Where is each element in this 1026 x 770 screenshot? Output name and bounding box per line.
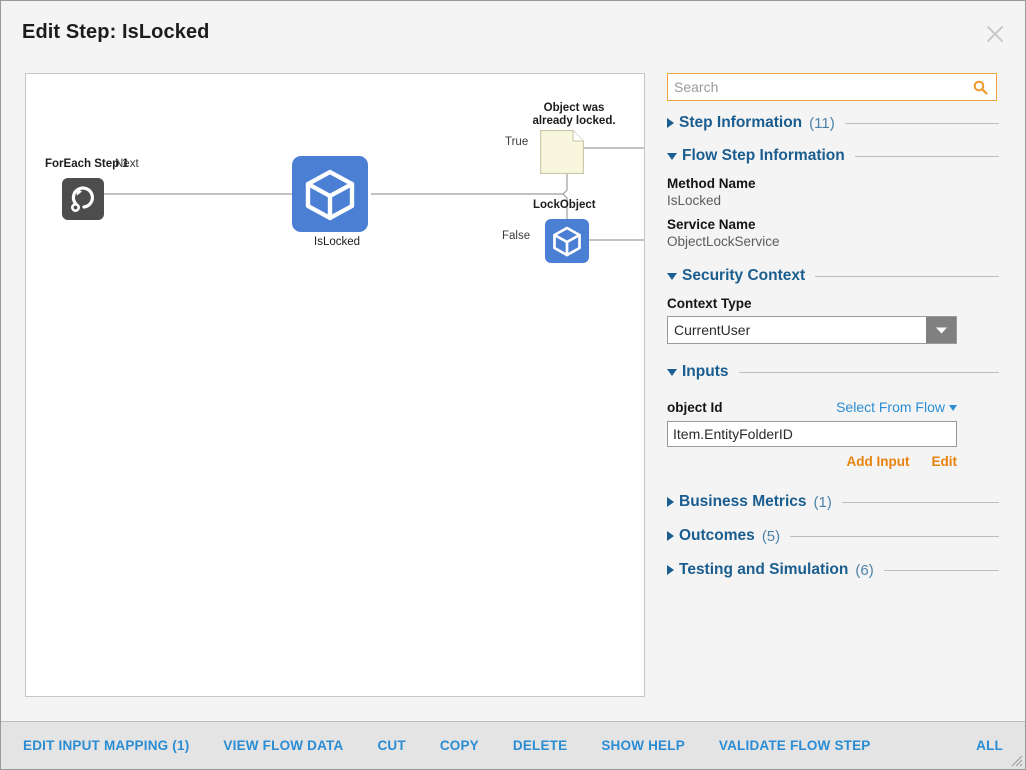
section-title-flow-step-information: Flow Step Information: [682, 147, 845, 164]
all-button[interactable]: ALL: [976, 738, 1003, 753]
value-method-name: IsLocked: [667, 193, 722, 208]
input-actions: Add Input Edit: [667, 454, 957, 469]
section-title-testing-and-simulation: Testing and Simulation: [679, 561, 849, 578]
node-label-lockobject: LockObject: [533, 199, 596, 211]
section-header-step-information[interactable]: Step Information (11): [667, 112, 1001, 134]
section-header-security-context[interactable]: Security Context: [667, 265, 1001, 287]
loop-icon[interactable]: [62, 178, 104, 225]
chevron-down-icon[interactable]: [667, 152, 677, 160]
search-box[interactable]: [667, 73, 997, 101]
copy-button[interactable]: COPY: [440, 738, 479, 753]
chevron-right-icon[interactable]: [667, 497, 674, 507]
note-label-line2: already locked.: [532, 115, 616, 127]
toolbar-actions: EDIT INPUT MAPPING (1) VIEW FLOW DATA CU…: [23, 738, 871, 753]
section-rule: [844, 122, 999, 124]
edit-input-mapping-button[interactable]: EDIT INPUT MAPPING (1): [23, 738, 189, 753]
chevron-right-icon[interactable]: [667, 118, 674, 128]
edge-label-next: Next: [115, 158, 139, 170]
section-header-testing-and-simulation[interactable]: Testing and Simulation (6): [667, 559, 1001, 581]
section-count-testing-and-simulation: (6): [855, 561, 874, 579]
note-label-line1: Object was: [543, 102, 605, 114]
select-from-flow-label: Select From Flow: [836, 399, 945, 415]
node-label-islocked: IsLocked: [314, 236, 361, 248]
context-type-selected-value: CurrentUser: [674, 322, 751, 338]
chevron-down-icon[interactable]: [667, 368, 677, 376]
section-rule: [841, 501, 999, 503]
value-service-name: ObjectLockService: [667, 234, 780, 249]
cut-button[interactable]: CUT: [377, 738, 405, 753]
cube-icon-lockobject[interactable]: [545, 219, 589, 268]
close-icon[interactable]: [981, 20, 1009, 48]
section-step-information: Step Information (11): [667, 112, 1001, 134]
edge-label-false: False: [502, 230, 531, 242]
section-rule: [854, 155, 999, 157]
section-inputs: Inputs object Id Select From Flow Add In…: [667, 361, 1001, 469]
chevron-down-icon: [949, 405, 957, 412]
context-type-select[interactable]: CurrentUser: [667, 316, 957, 344]
section-business-metrics: Business Metrics (1): [667, 491, 1001, 513]
note-icon[interactable]: [540, 130, 584, 179]
section-outcomes: Outcomes (5): [667, 525, 1001, 547]
section-testing-and-simulation: Testing and Simulation (6): [667, 559, 1001, 581]
select-from-flow-dropdown[interactable]: Select From Flow: [836, 399, 957, 415]
section-security-context: Security Context Context Type CurrentUse…: [667, 265, 1001, 344]
section-rule: [815, 275, 999, 277]
section-rule: [790, 535, 999, 537]
section-title-inputs: Inputs: [682, 363, 729, 380]
flow-diagram-canvas[interactable]: ForEach Step 1 Next IsLocked True Object…: [25, 73, 645, 697]
chevron-right-icon[interactable]: [667, 565, 674, 575]
section-count-business-metrics: (1): [813, 493, 832, 511]
object-id-input[interactable]: [667, 421, 957, 447]
toolbar-all: ALL: [976, 738, 1003, 753]
properties-panel: Step Information (11) Flow Step Informat…: [667, 73, 1001, 697]
section-header-flow-step-information[interactable]: Flow Step Information: [667, 145, 1001, 167]
chevron-down-icon[interactable]: [926, 317, 956, 343]
section-count-outcomes: (5): [761, 527, 781, 545]
delete-button[interactable]: DELETE: [513, 738, 567, 753]
search-icon[interactable]: [973, 80, 988, 95]
section-title-business-metrics: Business Metrics: [679, 493, 807, 510]
edit-input-button[interactable]: Edit: [932, 454, 958, 469]
section-flow-step-information: Flow Step Information Method Name IsLock…: [667, 145, 1001, 249]
show-help-button[interactable]: SHOW HELP: [601, 738, 685, 753]
label-object-id: object Id: [667, 400, 723, 415]
section-title-security-context: Security Context: [682, 267, 806, 284]
page-title: Edit Step: IsLocked: [22, 20, 210, 43]
section-header-inputs[interactable]: Inputs: [667, 361, 1001, 383]
section-header-business-metrics[interactable]: Business Metrics (1): [667, 491, 1001, 513]
label-method-name: Method Name: [667, 176, 756, 191]
edge-label-true: True: [505, 136, 529, 148]
add-input-button[interactable]: Add Input: [847, 454, 910, 469]
input-header-row: object Id Select From Flow: [667, 399, 957, 415]
chevron-right-icon[interactable]: [667, 531, 674, 541]
cube-icon-islocked[interactable]: [292, 156, 368, 237]
dialog-titlebar: Edit Step: IsLocked: [1, 1, 1025, 63]
chevron-down-icon[interactable]: [667, 272, 677, 280]
section-rule: [738, 371, 999, 373]
edit-step-dialog: Edit Step: IsLocked ForEach Step 1 Next …: [0, 0, 1026, 770]
label-service-name: Service Name: [667, 217, 756, 232]
resize-grip-icon[interactable]: [1009, 753, 1023, 767]
section-title-outcomes: Outcomes: [679, 527, 755, 544]
section-title-step-information: Step Information: [679, 114, 803, 131]
section-count-step-information: (11): [809, 114, 835, 132]
section-rule: [883, 569, 999, 571]
section-header-outcomes[interactable]: Outcomes (5): [667, 525, 1001, 547]
bottom-toolbar: EDIT INPUT MAPPING (1) VIEW FLOW DATA CU…: [1, 721, 1025, 769]
view-flow-data-button[interactable]: VIEW FLOW DATA: [223, 738, 343, 753]
search-input[interactable]: [668, 74, 973, 100]
dialog-body: ForEach Step 1 Next IsLocked True Object…: [1, 63, 1025, 721]
label-context-type: Context Type: [667, 296, 752, 311]
validate-flow-step-button[interactable]: VALIDATE FLOW STEP: [719, 738, 871, 753]
